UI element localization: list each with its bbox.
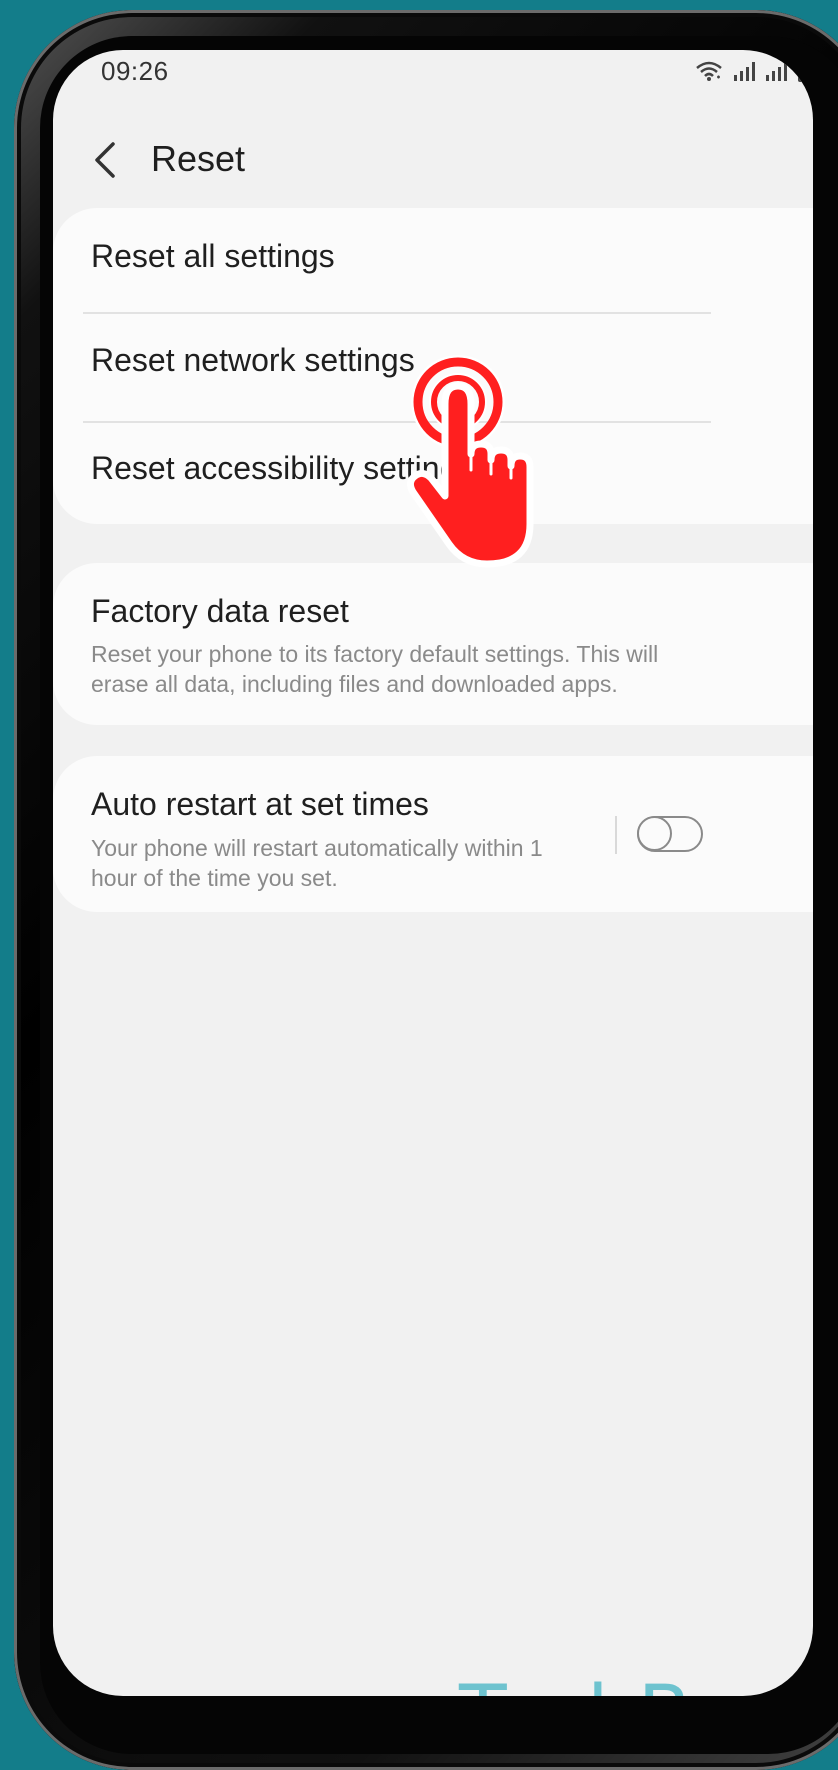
auto-restart-subtitle-line: hour of the time you set.	[91, 865, 338, 891]
auto-restart-subtitle: Your phone will restart automatically wi…	[91, 833, 543, 893]
factory-data-reset-subtitle: Reset your phone to its factory default …	[91, 639, 658, 699]
factory-data-reset-item[interactable]: Factory data reset Reset your phone to i…	[53, 563, 813, 725]
reset-network-settings-label: Reset network settings	[91, 342, 415, 378]
battery-icon	[798, 58, 812, 82]
wifi-icon	[696, 61, 722, 81]
auto-restart-item[interactable]: Auto restart at set times Your phone wil…	[53, 756, 813, 912]
phone-screen: 09:26 Reset Reset all settings Reset net…	[53, 50, 813, 1696]
signal-icon	[766, 62, 787, 81]
signal-icon	[734, 62, 755, 81]
factory-data-reset-subtitle-line: erase all data, including files and down…	[91, 671, 618, 697]
toggle-separator	[615, 816, 617, 854]
toggle-knob	[637, 815, 672, 851]
chevron-left-icon	[95, 142, 115, 178]
auto-restart-subtitle-line: Your phone will restart automatically wi…	[91, 835, 543, 861]
auto-restart-toggle[interactable]	[637, 815, 703, 852]
page-title: Reset	[151, 138, 246, 179]
factory-data-reset-title: Factory data reset	[91, 593, 349, 629]
reset-all-settings-item[interactable]: Reset all settings	[53, 208, 813, 306]
tap-hand-icon	[406, 355, 534, 568]
status-time: 09:26	[101, 56, 169, 86]
status-icons	[695, 58, 813, 82]
auto-restart-title: Auto restart at set times	[91, 786, 429, 822]
reset-all-settings-label: Reset all settings	[91, 238, 335, 274]
app-header: Reset	[53, 120, 813, 200]
factory-data-reset-subtitle-line: Reset your phone to its factory default …	[91, 641, 659, 667]
status-bar: 09:26	[53, 50, 813, 90]
back-button[interactable]	[87, 138, 127, 182]
watermark-logo: TechBone	[459, 1670, 813, 1696]
